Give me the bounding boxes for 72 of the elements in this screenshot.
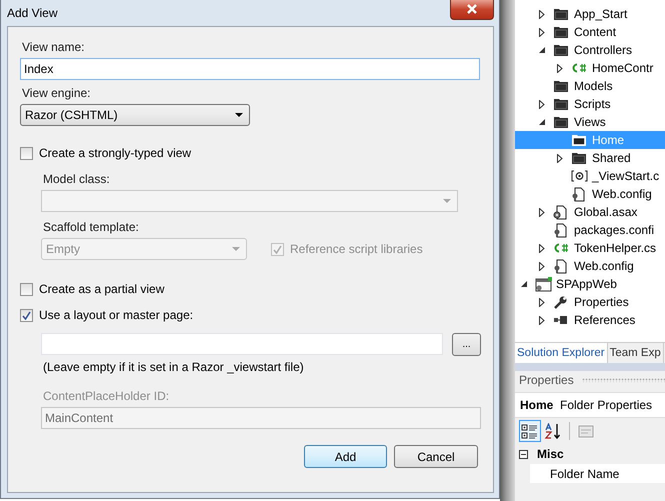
expanded-icon[interactable] [539,46,546,54]
gear-file-icon [553,204,567,220]
collapse-icon[interactable] [519,450,528,458]
categorized-icon[interactable] [519,420,541,442]
view-engine-label: View engine: [22,86,90,100]
folder-icon [553,97,569,111]
folder-icon [553,43,569,57]
layout-checkbox[interactable] [20,308,33,322]
collapsed-icon[interactable] [539,208,545,216]
collapsed-icon[interactable] [557,154,563,162]
csharp-file-icon [571,62,587,74]
properties-title: Properties [519,373,574,387]
tree-item[interactable]: TokenHelper.cs [515,239,665,257]
tree-item[interactable]: Global.asax [515,203,665,221]
dialog-button[interactable]: Cancel [394,445,478,468]
view-name-label: View name: [22,40,84,54]
csharp-file-icon [553,242,569,254]
close-button[interactable] [450,0,494,20]
config-file-icon [571,186,585,202]
window-title: Add View [7,6,58,20]
layout-path-field[interactable] [41,333,443,355]
config-file-icon [553,258,567,274]
model-class-label: Model class: [43,172,110,186]
expanded-icon[interactable] [539,118,546,126]
tree-item[interactable]: Controllers [515,41,665,59]
config-file-icon [553,222,567,238]
tree-item[interactable]: App_Start [515,5,665,23]
references-icon [553,315,568,325]
view-name-field[interactable]: Index [20,58,480,80]
tree-item[interactable]: SPAppWeb [515,275,665,293]
dialog-button[interactable]: Add [304,445,387,468]
tree-item[interactable]: HomeContr [515,59,665,77]
tree-item[interactable]: References [515,311,665,329]
property-name: Folder Name [550,466,620,480]
tree-item[interactable]: Web.config [515,185,665,203]
wrench-icon [553,294,568,310]
tree-item[interactable]: Views [515,113,665,131]
tree-item[interactable]: Scripts [515,95,665,113]
tree-item[interactable]: Shared [515,149,665,167]
collapsed-icon[interactable] [557,64,563,72]
tree-item[interactable]: Content [515,23,665,41]
folder-icon [571,133,587,147]
tree-item[interactable]: Models [515,77,665,95]
folder-icon [571,151,587,165]
layout-hint: (Leave empty if it is set in a Razor _viewstart file) [43,360,304,374]
project-icon [535,276,553,292]
category-label: Misc [537,447,564,461]
view-engine-dropdown[interactable]: Razor (CSHTML) [20,104,250,126]
razor-file-icon [571,170,588,182]
folder-icon [553,79,569,93]
folder-icon [553,25,569,39]
panel-tab[interactable]: Team Exp [608,343,664,363]
object-selector[interactable]: Home Folder Properties [515,392,665,418]
tree-item[interactable]: packages.confi [515,221,665,239]
panel-tab[interactable]: Solution Explorer [515,343,608,363]
expanded-icon[interactable] [521,280,528,288]
collapsed-icon[interactable] [539,100,545,108]
layout-label: Use a layout or master page: [39,308,194,322]
close-icon [466,4,478,14]
partial-view-checkbox[interactable] [20,282,33,296]
tree-item[interactable]: Web.config [515,257,665,275]
placeholder-id-label: ContentPlaceHolder ID: [43,389,170,403]
strongly-typed-label: Create a strongly-typed view [39,146,192,160]
scaffold-template-label: Scaffold template: [43,220,139,234]
folder-icon [553,115,569,129]
browse-button[interactable]: ... [452,333,481,356]
strongly-typed-checkbox[interactable] [20,146,33,160]
reference-scripts-label: Reference script libraries [290,242,423,256]
folder-icon [553,7,569,21]
tree-item[interactable]: _ViewStart.c [515,167,665,185]
partial-view-label: Create as a partial view [39,282,164,296]
tree-item[interactable]: Properties [515,293,665,311]
